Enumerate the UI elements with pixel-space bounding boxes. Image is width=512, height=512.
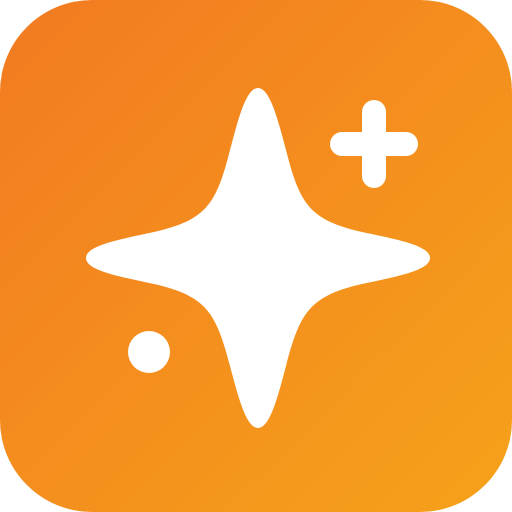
sparkle-app-icon[interactable]: [0, 0, 512, 512]
app-icon-stage: [0, 0, 512, 512]
dot-icon: [128, 331, 170, 373]
